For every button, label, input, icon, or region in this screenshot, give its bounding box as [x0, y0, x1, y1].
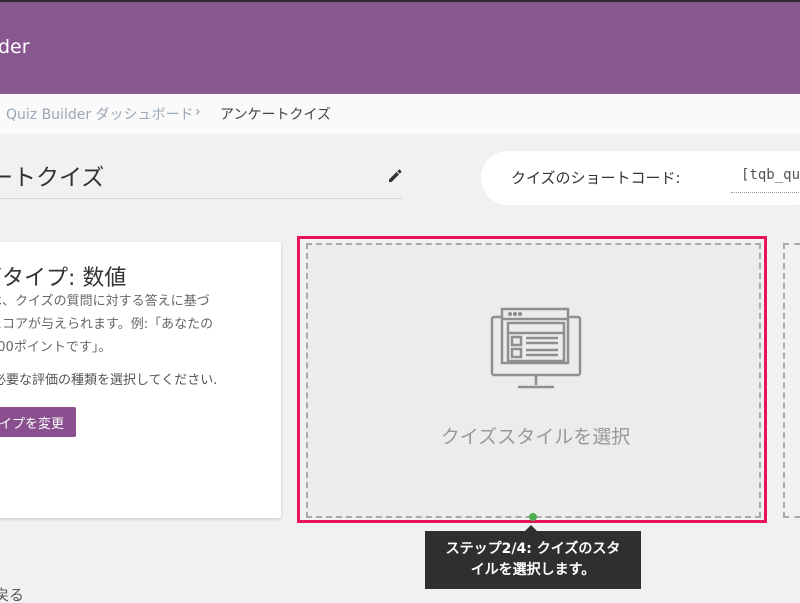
step-tooltip: ステップ2/4: クイズのスタ イルを選択します。 — [425, 525, 641, 589]
back-link[interactable]: 戻る — [0, 584, 24, 603]
breadcrumb: Quiz Builder ダッシュボード › アンケートクイズ — [0, 94, 800, 134]
quiz-title-underline — [0, 198, 402, 199]
monitor-template-icon — [490, 307, 582, 389]
quiz-type-description: には、クイズの質問に対する答えに基づ 号スコアが与えられます。例:「あなたの は… — [0, 294, 214, 355]
breadcrumb-current: アンケートクイズ — [220, 107, 332, 123]
quiz-type-instruction: に必要な評価の種類を選択してください. — [0, 373, 218, 388]
tooltip-line-2: イルを選択します。 — [470, 562, 596, 578]
top-header-bar: der — [0, 0, 800, 94]
next-step-area[interactable] — [783, 243, 800, 518]
app-title: der — [0, 36, 30, 58]
pencil-icon[interactable] — [386, 167, 404, 185]
choose-quiz-style-label: クイズスタイルを選択 — [440, 426, 631, 448]
choose-quiz-style-area[interactable]: クイズスタイルを選択 — [306, 243, 761, 518]
shortcode-label: クイズのショートコード: — [511, 169, 681, 187]
quiz-type-card: ズタイプ: 数値 には、クイズの質問に対する答えに基づ 号スコアが与えられます。… — [0, 242, 281, 518]
breadcrumb-dashboard-link[interactable]: Quiz Builder ダッシュボード — [6, 104, 194, 124]
change-type-button[interactable]: イプを変更 — [0, 407, 76, 437]
shortcode-field[interactable]: [tqb_quiz — [731, 163, 800, 193]
shortcode-panel: クイズのショートコード: [tqb_quiz — [481, 151, 800, 205]
quiz-type-heading: ズタイプ: 数値 — [0, 266, 127, 291]
breadcrumb-separator: › — [195, 104, 201, 120]
tooltip-line-1: ステップ2/4: クイズのスタ — [445, 541, 621, 557]
step-indicator-dot — [529, 513, 537, 521]
quiz-title[interactable]: ートクイズ — [0, 158, 104, 192]
